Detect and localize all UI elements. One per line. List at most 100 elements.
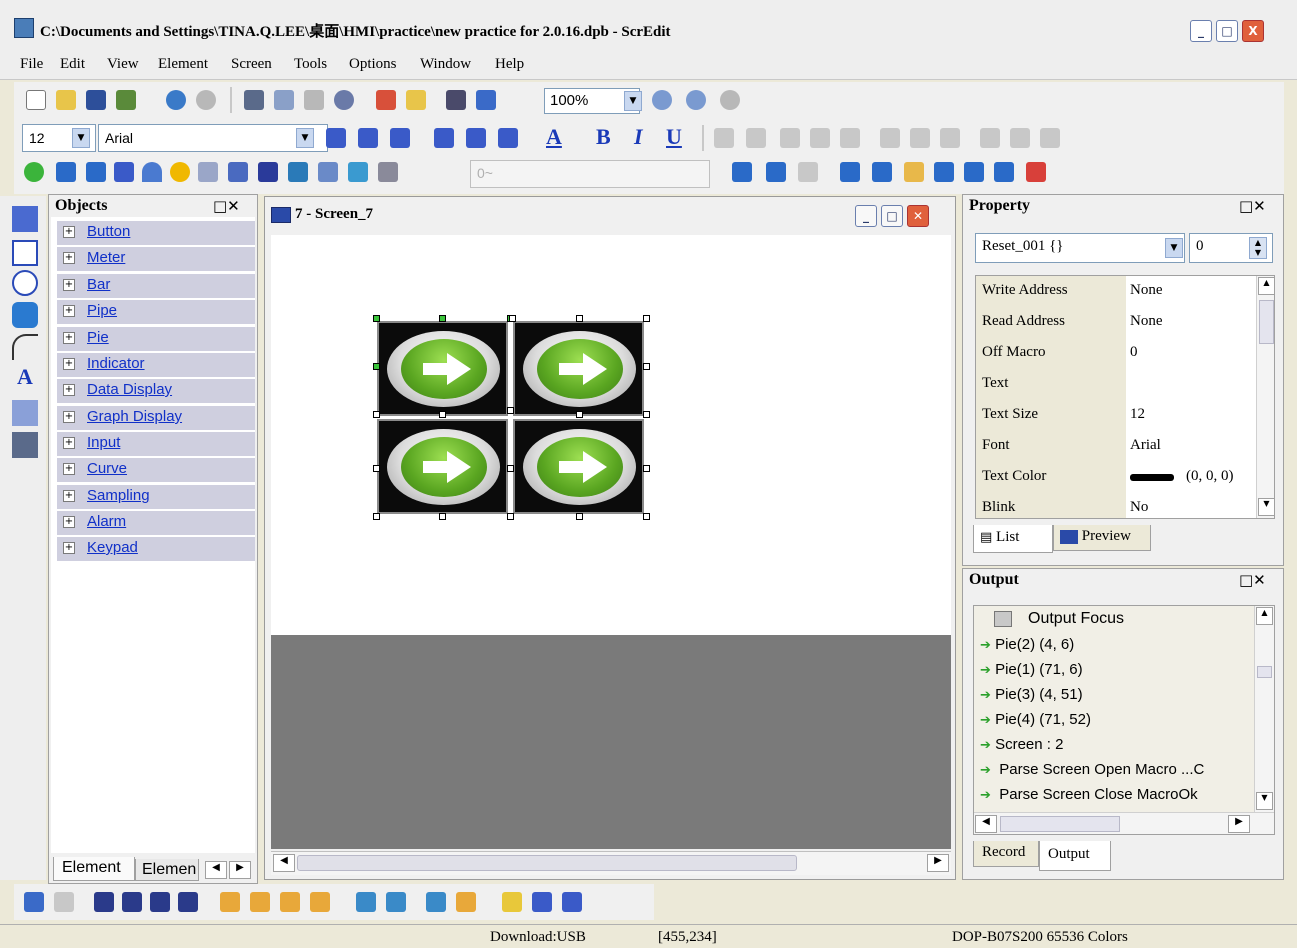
color-swatch[interactable] [1130, 474, 1174, 481]
ungroup-icon[interactable] [54, 892, 74, 912]
build-icon[interactable] [476, 90, 496, 110]
tab-output[interactable]: Output [1039, 841, 1111, 871]
cut-icon[interactable] [244, 90, 264, 110]
table-icon[interactable] [12, 432, 38, 458]
selection-handle[interactable] [373, 315, 380, 322]
flip-horizontal-icon[interactable] [220, 892, 240, 912]
upload-icon[interactable] [406, 90, 426, 110]
output-line[interactable]: ➔ Parse Screen Open Macro ...C [980, 761, 1204, 786]
property-scrollbar[interactable]: ▲ ▼ [1256, 276, 1274, 518]
state-0-icon[interactable] [732, 162, 752, 182]
selection-handle[interactable] [643, 411, 650, 418]
arrow-button-2[interactable] [513, 321, 644, 416]
align-center-icon[interactable] [358, 128, 378, 148]
align-objects-left-icon[interactable] [780, 128, 800, 148]
property-row[interactable]: Text Color (0, 0, 0) [976, 462, 1266, 493]
scrollbar-thumb[interactable] [1257, 666, 1272, 678]
send-to-back-icon[interactable] [122, 892, 142, 912]
tab-list[interactable]: ▤ List [973, 525, 1053, 553]
delete-screen-icon[interactable] [1026, 162, 1046, 182]
compile-icon[interactable] [166, 90, 186, 110]
object-item-data-display[interactable]: + Data Display [57, 379, 255, 403]
space-horizontal-icon[interactable] [356, 892, 376, 912]
object-item-sampling[interactable]: + Sampling [57, 485, 255, 509]
align-objects-middle-icon[interactable] [910, 128, 930, 148]
align-objects-center-icon[interactable] [810, 128, 830, 148]
bold-button[interactable]: B [596, 124, 611, 150]
same-size-icon[interactable] [1040, 128, 1060, 148]
zoom-fit-icon[interactable] [720, 90, 740, 110]
chevron-down-icon[interactable]: ▼ [624, 91, 642, 111]
rectangle-icon[interactable] [12, 240, 38, 266]
tab-record[interactable]: Record [973, 841, 1039, 867]
selection-handle[interactable] [576, 513, 583, 520]
graph-display-icon[interactable] [228, 162, 248, 182]
valign-bottom-icon[interactable] [498, 128, 518, 148]
sampling-icon[interactable] [318, 162, 338, 182]
tab-scroll-right-icon[interactable]: ▶ [229, 861, 251, 879]
close-icon[interactable]: □✕ [1239, 197, 1266, 215]
same-size-bottom-icon[interactable] [562, 892, 582, 912]
align-objects-right-icon[interactable] [840, 128, 860, 148]
selection-handle[interactable] [643, 315, 650, 322]
fill-icon[interactable] [746, 128, 766, 148]
close-button[interactable]: X [1242, 20, 1264, 42]
chevron-down-icon[interactable]: ▼ [72, 128, 90, 148]
scroll-up-icon[interactable]: ▲ [1258, 277, 1274, 295]
horizontal-scrollbar[interactable]: ◀ ▶ [271, 851, 951, 875]
flip-vertical-icon[interactable] [250, 892, 270, 912]
new-file-icon[interactable] [26, 90, 46, 110]
output-line[interactable]: ➔ Pie(2) (4, 6) [980, 636, 1074, 661]
output-line[interactable]: ➔ Pie(1) (71, 6) [980, 661, 1083, 686]
selection-handle[interactable] [373, 513, 380, 520]
rotate-icon[interactable] [280, 892, 300, 912]
space-vertical-icon[interactable] [386, 892, 406, 912]
alarm-icon[interactable] [348, 162, 368, 182]
chevron-down-icon[interactable]: ▼ [1165, 238, 1183, 258]
paste-icon[interactable] [304, 90, 324, 110]
open-folder-icon[interactable] [56, 90, 76, 110]
selection-handle[interactable] [507, 465, 514, 472]
pencil-icon[interactable] [12, 206, 38, 232]
selection-handle[interactable] [643, 513, 650, 520]
object-item-pipe[interactable]: + Pipe [57, 300, 255, 324]
output-focus-header[interactable]: Output Focus [994, 610, 1124, 628]
arrow-button-1[interactable] [377, 321, 508, 416]
next-screen-icon[interactable] [872, 162, 892, 182]
scroll-up-icon[interactable]: ▲ [1256, 607, 1273, 625]
text-bank-icon[interactable] [934, 162, 954, 182]
properties-icon[interactable] [798, 162, 818, 182]
scroll-left-icon[interactable]: ◀ [273, 854, 295, 872]
send-backward-icon[interactable] [178, 892, 198, 912]
screen-maximize-button[interactable]: □ [881, 205, 903, 227]
scroll-left-icon[interactable]: ◀ [975, 815, 997, 833]
screen-minimize-button[interactable]: _ [855, 205, 877, 227]
scale-icon[interactable] [12, 400, 38, 426]
chevron-down-icon[interactable]: ▼ [296, 128, 314, 148]
indicator-icon[interactable] [170, 162, 190, 182]
font-name-select[interactable]: Arial [98, 124, 328, 152]
save-icon[interactable] [86, 90, 106, 110]
import-icon[interactable] [116, 90, 136, 110]
tab-element-2[interactable]: Elemen [135, 859, 199, 881]
menu-edit[interactable]: Edit [60, 56, 85, 73]
zoom-out-icon[interactable] [686, 90, 706, 110]
minimize-button[interactable]: _ [1190, 20, 1212, 42]
object-item-keypad[interactable]: + Keypad [57, 537, 255, 561]
group-icon[interactable] [24, 892, 44, 912]
selection-handle[interactable] [439, 513, 446, 520]
selection-handle[interactable] [576, 411, 583, 418]
close-icon[interactable]: □✕ [213, 197, 240, 215]
object-item-pie[interactable]: + Pie [57, 327, 255, 351]
property-row[interactable]: Text [976, 369, 1266, 400]
property-row[interactable]: Text Size 12 [976, 400, 1266, 431]
output-vertical-scrollbar[interactable]: ▲ ▼ [1254, 606, 1274, 812]
pipe-icon[interactable] [114, 162, 134, 182]
arrow-button-4[interactable] [513, 419, 644, 514]
selection-handle[interactable] [373, 411, 380, 418]
download-icon[interactable] [376, 90, 396, 110]
spinner-arrows-icon[interactable]: ▲ ▼ [1249, 237, 1267, 259]
text-color-button[interactable]: A [546, 124, 562, 150]
tab-element[interactable]: Element [53, 857, 135, 881]
output-line[interactable]: ➔ Pie(3) (4, 51) [980, 686, 1083, 711]
